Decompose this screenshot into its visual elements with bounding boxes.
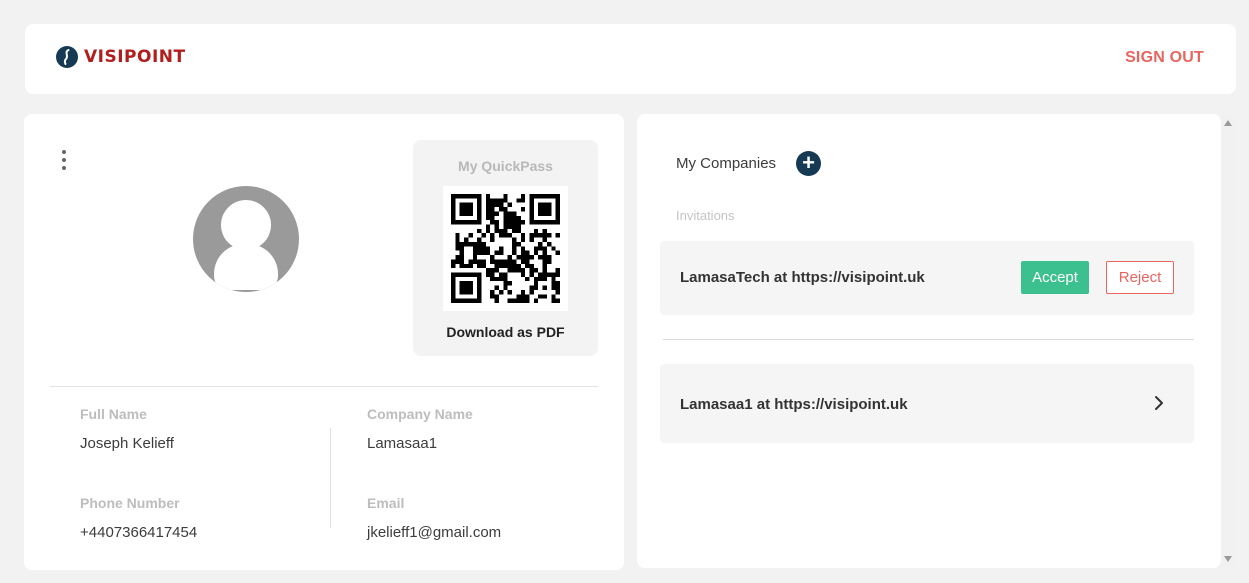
quickpass-title: My QuickPass <box>458 158 553 174</box>
logo-text: VISIPOINT <box>84 47 186 67</box>
profile-card: My QuickPass Download as PDF Full Name J… <box>24 114 624 570</box>
quickpass-panel: My QuickPass Download as PDF <box>413 140 598 356</box>
company-name-label: Company Name <box>367 406 473 422</box>
companies-card: My Companies + Invitations LamasaTech at… <box>637 114 1221 568</box>
companies-divider <box>663 339 1194 340</box>
invitation-text: LamasaTech at https://visipoint.uk <box>680 269 925 286</box>
logo-mark-icon <box>56 46 78 68</box>
add-company-button[interactable]: + <box>796 151 821 176</box>
invitations-label: Invitations <box>676 208 735 223</box>
phone-number-value: +4407366417454 <box>80 524 198 541</box>
more-options-icon[interactable] <box>60 150 68 170</box>
scroll-up-icon[interactable] <box>1224 120 1232 126</box>
company-name-value: Lamasaa1 <box>367 435 438 452</box>
scroll-down-icon[interactable] <box>1224 556 1232 562</box>
reject-button[interactable]: Reject <box>1106 261 1174 294</box>
email-value: jkelieff1@gmail.com <box>367 524 502 541</box>
company-item-text: Lamasaa1 at https://visipoint.uk <box>680 396 908 413</box>
my-companies-title: My Companies <box>676 155 777 172</box>
visipoint-logo[interactable]: VISIPOINT <box>56 46 186 68</box>
qr-code-icon <box>451 194 560 303</box>
profile-divider <box>50 386 598 387</box>
phone-number-label: Phone Number <box>80 495 180 511</box>
top-header: VISIPOINT SIGN OUT <box>25 24 1236 94</box>
fields-divider <box>330 428 331 528</box>
email-label: Email <box>367 495 405 511</box>
download-pdf-button[interactable]: Download as PDF <box>413 324 598 340</box>
full-name-value: Joseph Kelieff <box>80 435 174 452</box>
scrollbar[interactable] <box>1221 114 1235 568</box>
accept-button[interactable]: Accept <box>1021 261 1089 294</box>
full-name-label: Full Name <box>80 406 147 422</box>
chevron-right-icon <box>1155 396 1163 410</box>
invitation-row: LamasaTech at https://visipoint.uk Accep… <box>660 241 1194 315</box>
company-list-item[interactable]: Lamasaa1 at https://visipoint.uk <box>660 364 1194 443</box>
avatar <box>193 186 299 292</box>
sign-out-button[interactable]: SIGN OUT <box>1125 49 1204 67</box>
qr-code <box>443 186 568 311</box>
